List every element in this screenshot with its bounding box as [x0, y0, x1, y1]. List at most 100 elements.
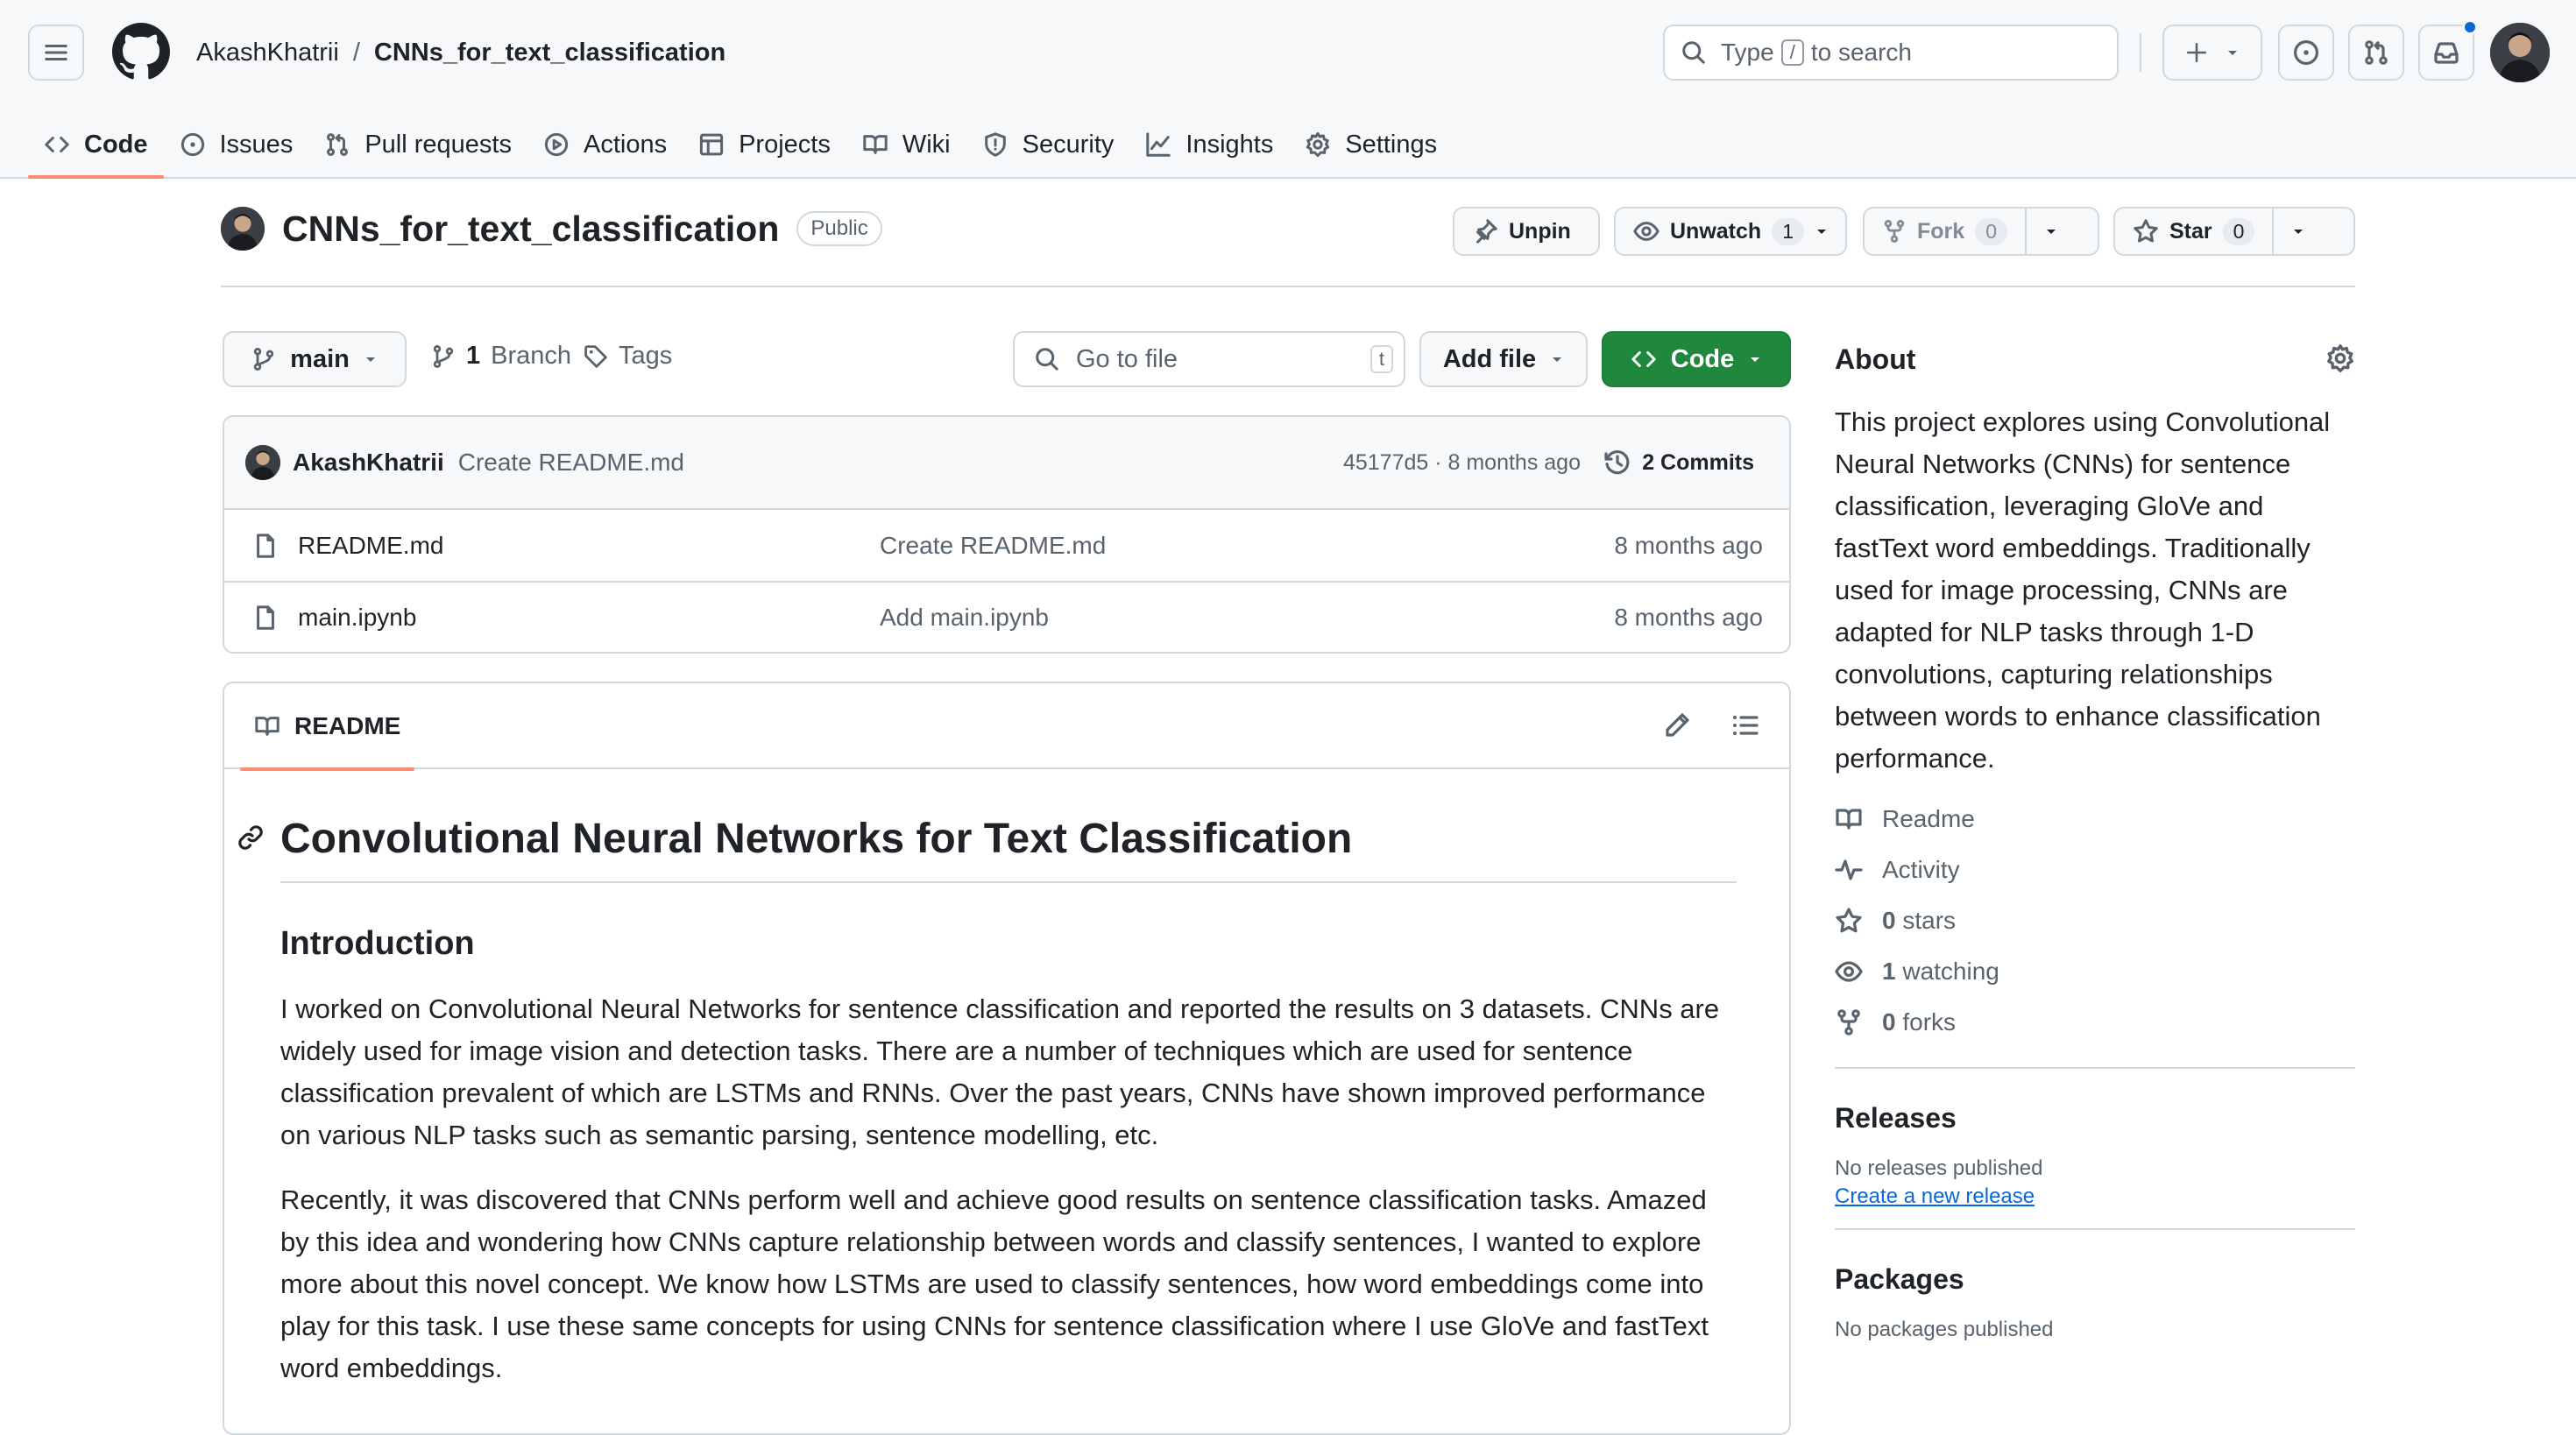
triangle-down-icon — [1816, 230, 1826, 234]
triangle-down-icon — [2228, 51, 2237, 55]
about-title: About — [1835, 343, 1916, 375]
history-icon — [1604, 450, 1630, 475]
go-to-file-input[interactable]: Go to file t — [1013, 331, 1405, 387]
fork-button[interactable]: Fork 0 — [1865, 209, 2025, 254]
repo-name[interactable]: CNNs_for_text_classification — [282, 209, 779, 250]
star-button[interactable]: Star 0 — [2115, 209, 2272, 254]
triangle-down-icon — [2294, 230, 2304, 234]
watch-count: 1 — [1772, 217, 1804, 245]
title-divider — [221, 286, 2355, 287]
pull-requests-button[interactable] — [2348, 25, 2404, 81]
tab-pull-requests-label: Pull requests — [364, 130, 512, 159]
forks-link[interactable]: 0 forks — [1835, 997, 2355, 1048]
file-commit-message[interactable]: Create README.md — [880, 532, 1106, 560]
search-suffix: to search — [1810, 39, 1912, 66]
commit-author[interactable]: AkashKhatrii — [293, 449, 444, 477]
tab-projects[interactable]: Projects — [683, 112, 846, 177]
breadcrumb: AkashKhatrii / CNNs_for_text_classificat… — [196, 35, 725, 70]
about-description: This project explores using Convolutiona… — [1835, 406, 2331, 774]
readme-link[interactable]: Readme — [1835, 794, 2355, 845]
packages-title[interactable]: Packages — [1835, 1253, 2355, 1305]
gear-icon[interactable] — [2325, 343, 2355, 373]
play-icon — [544, 132, 569, 157]
readme-title: Convolutional Neural Networks for Text C… — [280, 809, 1737, 883]
git-branch-icon — [253, 348, 274, 371]
pencil-icon[interactable] — [1663, 711, 1691, 739]
code-button-label: Code — [1670, 344, 1735, 373]
readme-tab-label: README — [294, 712, 401, 739]
watching-link[interactable]: 1 watching — [1835, 946, 2355, 997]
commits-link[interactable]: 2 Commits — [1603, 449, 1754, 477]
create-release-link[interactable]: Create a new release — [1835, 1184, 2355, 1209]
tab-insights[interactable]: Insights — [1129, 112, 1289, 177]
star-icon — [1836, 908, 1862, 933]
tab-actions[interactable]: Actions — [527, 112, 683, 177]
tab-security-label: Security — [1022, 130, 1115, 159]
tab-code-label: Code — [84, 130, 148, 159]
owner-avatar[interactable] — [221, 207, 265, 251]
list-unordered-icon[interactable] — [1731, 711, 1759, 739]
file-row[interactable]: README.md Create README.md 8 months ago — [224, 510, 1789, 581]
breadcrumb-separator: / — [352, 39, 360, 67]
commit-author-avatar[interactable] — [245, 445, 280, 480]
table-icon — [699, 133, 724, 156]
user-avatar[interactable] — [2490, 23, 2550, 82]
star-count: 0 — [2222, 217, 2255, 245]
code-button[interactable]: Code — [1602, 331, 1791, 387]
graph-icon — [1146, 132, 1171, 157]
breadcrumb-owner[interactable]: AkashKhatrii — [196, 35, 339, 70]
git-branch-icon — [433, 344, 454, 368]
fork-dropdown[interactable] — [2024, 209, 2076, 254]
tab-wiki[interactable]: Wiki — [846, 112, 966, 177]
add-file-button[interactable]: Add file — [1419, 331, 1588, 387]
tab-code[interactable]: Code — [28, 112, 164, 179]
file-commit-message[interactable]: Add main.ipynb — [880, 604, 1049, 632]
git-pull-request-icon — [327, 133, 349, 156]
search-shortcut-key: / — [1780, 39, 1804, 66]
breadcrumb-repo[interactable]: CNNs_for_text_classification — [374, 35, 725, 70]
hamburger-icon — [45, 45, 67, 60]
branch-select[interactable]: main — [223, 331, 407, 387]
forks-count: 0 — [1882, 1008, 1896, 1036]
star-icon — [2134, 219, 2158, 243]
unwatch-button[interactable]: Unwatch 1 — [1614, 207, 1847, 256]
releases-title[interactable]: Releases — [1835, 1092, 2355, 1144]
triangle-down-icon — [1751, 357, 1760, 362]
inbox-icon — [2434, 42, 2459, 64]
commit-meta[interactable]: 45177d5 · 8 months ago — [1343, 450, 1581, 476]
tab-settings[interactable]: Settings — [1289, 112, 1453, 177]
tab-pull-requests[interactable]: Pull requests — [308, 112, 527, 177]
search-icon — [1036, 348, 1058, 371]
shield-icon — [984, 132, 1006, 157]
readme-tab[interactable]: README — [240, 683, 415, 771]
add-file-label: Add file — [1442, 344, 1537, 373]
repo-forked-icon — [1884, 220, 1905, 243]
branches-link[interactable]: 1 Branch — [431, 342, 571, 371]
tab-security[interactable]: Security — [966, 112, 1130, 177]
tags-link[interactable]: Tags — [584, 342, 672, 371]
tab-issues[interactable]: Issues — [164, 112, 309, 177]
pin-icon — [1476, 219, 1497, 244]
star-dropdown[interactable] — [2272, 209, 2323, 254]
issues-button[interactable] — [2278, 25, 2334, 81]
stars-link[interactable]: 0 stars — [1835, 895, 2355, 946]
book-icon — [1836, 809, 1862, 830]
link-icon[interactable] — [237, 824, 265, 852]
menu-button[interactable] — [28, 25, 84, 81]
activity-link[interactable]: Activity — [1835, 845, 2355, 895]
github-logo-icon[interactable] — [112, 23, 170, 81]
file-name[interactable]: main.ipynb — [298, 604, 416, 632]
file-name[interactable]: README.md — [298, 532, 443, 560]
file-icon — [257, 604, 274, 630]
eye-icon — [1835, 961, 1863, 982]
go-to-file-placeholder: Go to file — [1076, 344, 1178, 373]
issue-opened-icon — [180, 132, 204, 157]
unpin-button[interactable]: Unpin — [1453, 207, 1600, 256]
repo-tabs: Code Issues Pull requests Actions Projec… — [28, 112, 1453, 179]
search-input[interactable]: Type / to search — [1663, 25, 2119, 81]
file-row[interactable]: main.ipynb Add main.ipynb 8 months ago — [224, 581, 1789, 652]
about-links: Readme Activity 0 stars 1 watching 0 for… — [1835, 794, 2355, 1048]
commit-message[interactable]: Create README.md — [458, 449, 684, 477]
fork-count: 0 — [1975, 217, 2007, 245]
create-new-button[interactable] — [2162, 25, 2262, 81]
